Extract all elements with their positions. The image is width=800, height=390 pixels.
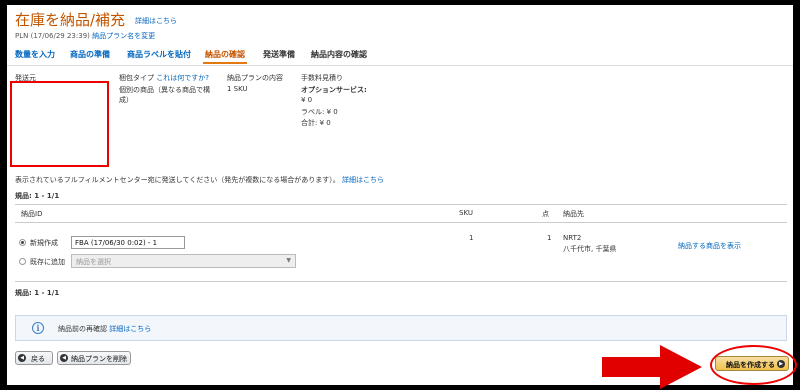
sku-count: 1 [469, 234, 474, 242]
tab-enter-quantity[interactable]: 数量を入力 [15, 49, 55, 60]
existing-shipment-radio[interactable] [19, 258, 26, 265]
existing-shipment-label: 既存に追加 [30, 258, 65, 266]
info-text: 納品前の再確認 [58, 325, 107, 333]
view-items-link[interactable]: 納品する商品を表示 [678, 241, 741, 251]
chevron-down-icon: ▼ [286, 257, 291, 264]
col-units: 点 [542, 210, 549, 218]
delete-plan-label: 納品プランを削除 [71, 355, 127, 363]
divider [15, 204, 787, 205]
create-button-highlight [710, 345, 797, 385]
fee-estimate-label: 手数料見積り [301, 74, 343, 82]
ship-from-highlight [10, 81, 109, 167]
destination-code: NRT2 [563, 234, 582, 242]
plan-info-line: PLN (17/06/29 23:39) 納品プラン名を変更 [15, 31, 155, 41]
col-shipment-id: 納品ID [21, 210, 43, 218]
help-link[interactable]: 詳細はこちら [135, 16, 177, 26]
workflow-tabs: 数量を入力 商品の準備 商品ラベルを貼付 納品の確認 発送準備 納品内容の確認 [7, 45, 793, 66]
pagination-top: 規品: 1 - 1/1 [15, 192, 60, 200]
unit-count: 1 [547, 234, 552, 242]
arrow-left-icon: ◀ [60, 354, 68, 362]
page: 在庫を納品/補充 詳細はこちら PLN (17/06/29 23:39) 納品プ… [7, 5, 797, 389]
tab-prepare-shipment: 発送準備 [263, 50, 295, 59]
tab-label-products[interactable]: 商品ラベルを貼付 [127, 49, 191, 60]
packing-type-value: 個別の商品（異なる商品で構成） [119, 86, 210, 104]
plan-contents-value: 1 SKU [227, 85, 248, 93]
tab-summary: 納品内容の確認 [311, 50, 367, 59]
label-fee: ラベル: ¥ 0 [301, 108, 338, 116]
arrow-left-icon: ◀ [18, 354, 26, 362]
tab-review-shipments[interactable]: 納品の確認 [203, 49, 247, 64]
option-service-label: オプションサービス: [301, 86, 367, 94]
info-box: i 納品前の再確認 詳細はこちら [15, 315, 787, 341]
option-service-value: ¥ 0 [301, 96, 313, 104]
new-shipment-label: 新規作成 [30, 239, 58, 247]
destination-city: 八千代市, 千葉県 [563, 245, 617, 253]
divider [15, 281, 787, 282]
info-link[interactable]: 詳細はこちら [109, 325, 151, 333]
existing-shipment-select[interactable]: 納品を選択 ▼ [71, 254, 296, 268]
pagination-bottom: 規品: 1 - 1/1 [15, 289, 60, 297]
info-icon: i [32, 322, 44, 334]
red-arrow-annotation [602, 345, 702, 389]
plan-info: PLN (17/06/29 23:39) [15, 32, 90, 40]
page-title: 在庫を納品/補充 [15, 11, 126, 29]
ship-notice-text: 表示されているフルフィルメントセンター宛に発送してください（発先が複数になる場合… [15, 176, 340, 184]
total-fee: 合計: ¥ 0 [301, 119, 331, 127]
select-placeholder: 納品を選択 [76, 258, 111, 266]
divider [15, 222, 787, 223]
packing-type-label: 梱包タイプ [119, 74, 154, 82]
ship-notice-link[interactable]: 詳細はこちら [342, 176, 384, 184]
back-button[interactable]: ◀ 戻る [15, 351, 53, 365]
new-shipment-radio[interactable] [19, 239, 26, 246]
plan-contents-label: 納品プランの内容 [227, 74, 283, 82]
col-sku: SKU [459, 209, 473, 217]
info-text-line: 納品前の再確認 詳細はこちら [58, 324, 151, 334]
rename-plan-link[interactable]: 納品プラン名を変更 [92, 32, 155, 40]
delete-plan-button[interactable]: ◀ 納品プランを削除 [57, 351, 131, 365]
shipment-name-input[interactable]: FBA (17/06/30 0:02) - 1 [71, 236, 185, 249]
packing-type-help-link[interactable]: これは何ですか? [156, 74, 209, 82]
packing-type: 梱包タイプ これは何ですか? [119, 73, 209, 83]
tab-prepare-products[interactable]: 商品の準備 [70, 49, 110, 60]
back-button-label: 戻る [31, 355, 45, 363]
col-destination: 納品先 [563, 210, 584, 218]
ship-notice: 表示されているフルフィルメントセンター宛に発送してください（発先が複数になる場合… [15, 175, 384, 185]
